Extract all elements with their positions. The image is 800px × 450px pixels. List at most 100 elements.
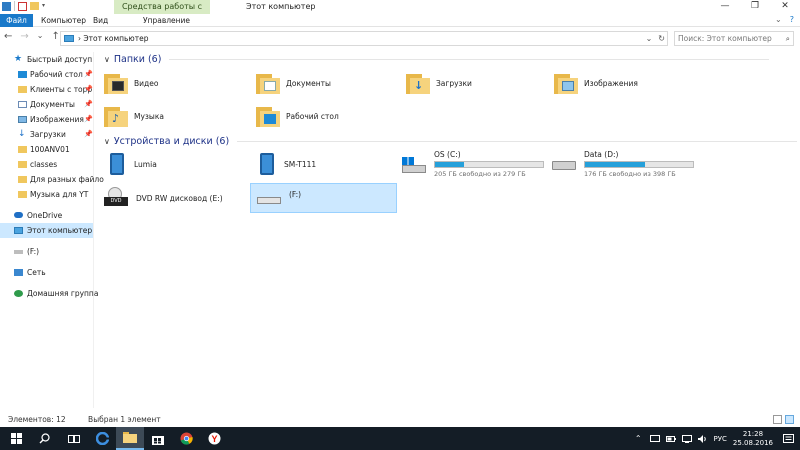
sidebar-item-classes[interactable]: classes [0,157,93,172]
chrome-taskbar-button[interactable] [172,427,200,450]
taskbar: Y ⌃ РУС 21:28 25.08.2016 [0,427,800,450]
forward-button[interactable]: → [20,31,28,42]
sidebar-item-onedrive[interactable]: OneDrive [0,208,93,223]
folders-group-header[interactable]: ∨ Папки (6) [104,54,770,65]
tab-computer[interactable]: Компьютер [34,14,93,27]
title-bar: ▾ Средства работы с дисками Этот компьют… [0,0,800,24]
search-input[interactable]: Поиск: Этот компьютер ⌕ [674,31,794,46]
tile-label: Видео [134,78,159,88]
refresh-button[interactable]: ↻ [658,32,665,45]
maximize-button[interactable]: ❐ [740,0,770,14]
sidebar-item-torrent-clients[interactable]: Клиенты с торр 📌 [0,82,93,97]
notifications-icon[interactable] [783,433,794,444]
chevron-down-icon[interactable]: ▾ [42,1,48,11]
tray-screen-icon[interactable] [649,434,660,443]
navigation-bar: ← → ⌄ ↑ › Этот компьютер ⌄ ↻ Поиск: Этот… [0,28,800,48]
sidebar-item-documents[interactable]: Документы 📌 [0,97,93,112]
edge-taskbar-button[interactable] [88,427,116,450]
music-folder-icon: ♪ [104,105,128,127]
language-indicator[interactable]: РУС [714,435,727,443]
folder-desktop[interactable]: Рабочий стол [256,100,401,132]
group-title: Папки (6) [113,54,162,65]
sidebar-item-label: OneDrive [27,211,63,220]
help-icon[interactable]: ? [790,15,794,24]
sidebar-item-network[interactable]: Сеть [0,265,93,280]
sidebar-item-music-yt[interactable]: Музыка для YT [0,187,93,202]
pin-icon[interactable]: 📌 [84,112,93,127]
group-title: Устройства и диски (6) [113,136,230,147]
file-explorer-taskbar-button[interactable] [116,427,144,450]
tile-label: Lumia [134,159,157,169]
drive-d[interactable]: Data (D:) 176 ГБ свободно из 398 ГБ [552,148,702,180]
sidebar-item-homegroup[interactable]: Домашняя группа [0,286,98,301]
time: 21:28 [742,429,764,438]
tab-file[interactable]: Файл [0,14,33,27]
back-button[interactable]: ← [4,31,12,42]
address-dropdown-button[interactable]: ⌄ [646,32,653,45]
tab-manage[interactable]: Управление [136,14,197,27]
minimize-button[interactable]: — [710,0,740,14]
address-path[interactable]: › Этот компьютер [78,34,149,43]
device-sm-t111[interactable]: SM-T111 [256,148,401,180]
drive-f[interactable]: (F:) [250,183,397,213]
sidebar-item-100anv01[interactable]: 100ANV01 [0,142,93,157]
sidebar-item-desktop[interactable]: Рабочий стол 📌 [0,67,93,82]
folder-documents[interactable]: Документы [256,67,401,99]
pin-icon[interactable]: 📌 [84,97,93,112]
search-taskbar-button[interactable] [30,427,58,450]
sidebar-item-quick-access[interactable]: ★ Быстрый доступ [0,52,93,67]
drive-c[interactable]: OS (C:) 205 ГБ свободно из 279 ГБ [402,148,552,180]
sidebar-item-drive-f[interactable]: (F:) [0,244,93,259]
drive-label: OS (C:) [434,150,461,159]
sidebar-item-downloads[interactable]: ↓ Загрузки 📌 [0,127,93,142]
folder-music[interactable]: ♪ Музыка [104,100,249,132]
battery-icon[interactable] [665,435,676,443]
clock[interactable]: 21:28 25.08.2016 [733,430,773,448]
device-lumia[interactable]: Lumia [106,148,251,180]
sidebar-item-label: Рабочий стол [30,70,83,79]
star-icon: ★ [14,54,23,64]
volume-icon[interactable] [697,434,708,443]
pin-icon[interactable]: 📌 [84,82,93,97]
show-hidden-icons-chevron[interactable]: ⌃ [635,434,642,443]
network-status-icon[interactable] [681,434,692,443]
pictures-folder-icon [554,72,578,94]
devices-group-header[interactable]: ∨ Устройства и диски (6) [104,136,798,147]
properties-icon[interactable] [2,1,11,11]
drive-free-space: 176 ГБ свободно из 398 ГБ [584,170,676,178]
phone-icon [110,153,124,175]
tab-view[interactable]: Вид [86,14,115,27]
store-taskbar-button[interactable] [144,427,172,450]
pin-icon[interactable]: 📌 [84,127,93,142]
start-button[interactable] [2,427,30,450]
sidebar-item-label: 100ANV01 [30,145,70,154]
task-view-button[interactable] [60,427,88,450]
up-button[interactable]: ↑ [51,31,59,42]
folder-downloads[interactable]: ↓ Загрузки [406,67,551,99]
folder-pictures[interactable]: Изображения [554,67,699,99]
close-button[interactable]: ✕ [770,0,800,14]
new-folder-icon[interactable] [30,2,39,10]
pin-icon[interactable]: 📌 [84,67,93,82]
sidebar-item-pictures[interactable]: Изображения 📌 [0,112,93,127]
tile-label: DVD RW дисковод (E:) [136,193,223,203]
removable-drive-icon [14,250,23,254]
recent-locations-button[interactable]: ⌄ [37,31,44,42]
folder-video[interactable]: Видео [104,67,249,99]
video-folder-icon [104,72,128,94]
search-icon[interactable]: ⌕ [786,32,790,45]
details-view-button[interactable] [773,415,782,424]
chevron-down-icon[interactable]: ∨ [104,55,110,64]
address-bar[interactable]: › Этот компьютер ⌄ ↻ [60,31,668,46]
large-icons-view-button[interactable] [785,415,794,424]
yandex-taskbar-button[interactable]: Y [200,427,228,450]
item-count: Элементов: 12 [8,415,66,424]
sidebar-item-this-pc[interactable]: Этот компьютер [0,223,93,238]
expand-ribbon-icon[interactable]: ⌄ [775,15,782,24]
check-properties-icon[interactable] [18,1,27,11]
svg-text:Y: Y [211,434,217,444]
yandex-icon: Y [208,432,220,445]
chevron-down-icon[interactable]: ∨ [104,137,110,146]
sidebar-item-various-files[interactable]: Для разных файло [0,172,104,187]
drive-e-dvd[interactable]: DVD DVD RW дисковод (E:) [104,182,249,214]
